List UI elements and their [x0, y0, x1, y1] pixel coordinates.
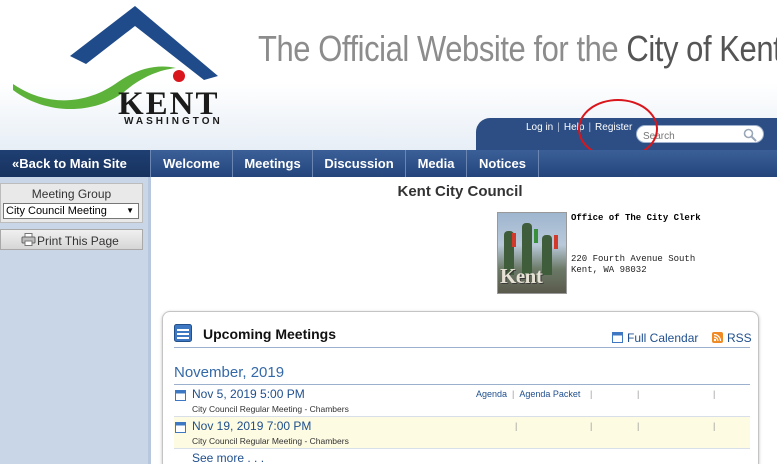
back-to-main-site-link[interactable]: «Back to Main Site: [0, 150, 151, 177]
column-separator: |: [515, 421, 518, 431]
print-page-label: Print This Page: [37, 234, 119, 248]
search-input[interactable]: [643, 128, 743, 145]
left-sidebar: Meeting Group City Council Meeting ▼ Pri…: [0, 177, 151, 464]
photo-sign-text: Kent: [500, 264, 543, 288]
column-separator: |: [637, 421, 640, 431]
month-heading: November, 2019: [174, 364, 285, 381]
photo-banner: [554, 235, 558, 249]
main-nav: «Back to Main Site Welcome Meetings Disc…: [0, 150, 777, 177]
rss-link[interactable]: RSS: [712, 331, 752, 345]
rss-icon: [712, 332, 723, 343]
link-separator: |: [512, 389, 515, 399]
login-link[interactable]: Log in: [526, 122, 553, 133]
divider: [174, 347, 750, 348]
site-title: The Official Website for the City of Ken…: [258, 28, 777, 70]
calendar-list-icon: [174, 324, 192, 342]
column-separator: |: [590, 389, 593, 399]
office-address-line2: Kent, WA 98032: [571, 265, 647, 275]
kent-logo[interactable]: KENT WASHINGTON: [8, 4, 223, 127]
logo-subtitle: WASHINGTON: [124, 116, 223, 127]
calendar-icon: [175, 422, 186, 433]
search-icon[interactable]: [743, 128, 757, 142]
meeting-row[interactable]: Nov 5, 2019 5:00 PM City Council Regular…: [174, 385, 750, 417]
printer-icon: [21, 233, 36, 246]
agenda-packet-link[interactable]: Agenda Packet: [519, 389, 580, 399]
meeting-row[interactable]: Nov 19, 2019 7:00 PM City Council Regula…: [174, 417, 750, 449]
page-title: Kent City Council: [397, 183, 523, 200]
office-address-line1: 220 Fourth Avenue South: [571, 254, 696, 264]
calendar-icon: [612, 332, 623, 343]
nav-item-media[interactable]: Media: [406, 150, 467, 177]
site-title-city: City of Kent: [626, 28, 777, 69]
office-name: Office of The City Clerk: [571, 213, 701, 223]
meeting-group-select[interactable]: City Council Meeting ▼: [3, 203, 139, 219]
site-header: KENT WASHINGTON The Official Website for…: [0, 0, 777, 150]
meeting-description: City Council Regular Meeting - Chambers: [192, 404, 349, 414]
column-separator: |: [590, 421, 593, 431]
meeting-group-label: Meeting Group: [31, 187, 112, 201]
upcoming-meetings-panel: Upcoming Meetings Full Calendar RSS Nove…: [162, 311, 759, 464]
print-page-button[interactable]: Print This Page: [0, 229, 143, 250]
meeting-links: Agenda | Agenda Packet: [476, 389, 580, 399]
full-calendar-link[interactable]: Full Calendar: [612, 331, 698, 345]
rss-label: RSS: [727, 331, 752, 345]
nav-item-meetings[interactable]: Meetings: [233, 150, 313, 177]
photo-banner: [534, 229, 538, 243]
nav-item-discussion[interactable]: Discussion: [313, 150, 406, 177]
meeting-group-box: Meeting Group City Council Meeting ▼: [0, 183, 143, 223]
chevron-down-icon: ▼: [126, 206, 134, 215]
meeting-date[interactable]: Nov 19, 2019 7:00 PM: [192, 419, 311, 433]
photo-banner: [512, 233, 516, 247]
meeting-group-value: City Council Meeting: [6, 205, 107, 217]
column-separator: |: [713, 389, 716, 399]
agenda-link[interactable]: Agenda: [476, 389, 507, 399]
column-separator: |: [713, 421, 716, 431]
meeting-description: City Council Regular Meeting - Chambers: [192, 436, 349, 446]
row-divider: [174, 448, 750, 449]
meeting-date[interactable]: Nov 5, 2019 5:00 PM: [192, 387, 305, 401]
calendar-icon: [175, 390, 186, 401]
see-more-link[interactable]: See more . . .: [192, 451, 264, 464]
kent-sign-photo: Kent: [497, 212, 567, 294]
account-separator: |: [557, 122, 560, 133]
nav-item-notices[interactable]: Notices: [467, 150, 539, 177]
upcoming-meetings-title: Upcoming Meetings: [203, 326, 337, 342]
photo-tree: [542, 235, 552, 275]
nav-item-welcome[interactable]: Welcome: [151, 150, 233, 177]
site-title-prefix: The Official Website for the: [258, 28, 627, 69]
column-separator: |: [637, 389, 640, 399]
full-calendar-label: Full Calendar: [627, 331, 699, 345]
